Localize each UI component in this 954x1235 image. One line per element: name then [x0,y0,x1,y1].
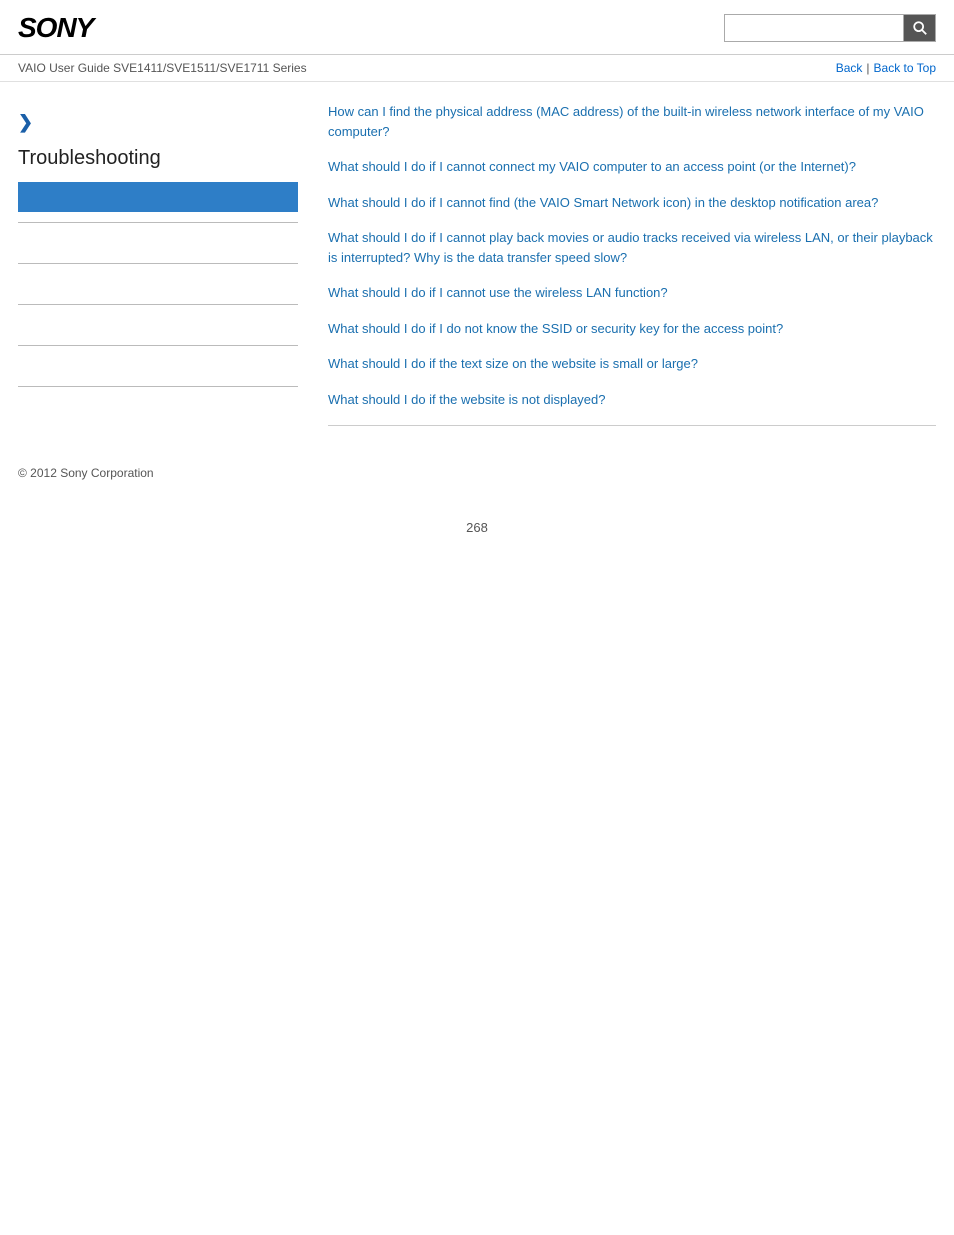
nav-links: Back | Back to Top [836,61,936,75]
content-link-1[interactable]: How can I find the physical address (MAC… [328,102,936,141]
search-icon [912,20,928,36]
sidebar-item-2[interactable] [18,274,298,294]
page-number: 268 [0,490,954,555]
footer: © 2012 Sony Corporation [0,446,954,490]
sidebar-title: Troubleshooting [18,147,298,170]
back-link[interactable]: Back [836,61,863,75]
content-link-8[interactable]: What should I do if the website is not d… [328,390,936,410]
search-area [724,14,936,42]
content-area: How can I find the physical address (MAC… [318,102,936,426]
content-bottom-divider [328,425,936,426]
content-link-7[interactable]: What should I do if the text size on the… [328,354,936,374]
sidebar-divider-4 [18,345,298,346]
header: SONY [0,0,954,55]
nav-bar: VAIO User Guide SVE1411/SVE1511/SVE1711 … [0,55,954,82]
search-button[interactable] [904,14,936,42]
sidebar-item-1[interactable] [18,233,298,253]
sidebar-divider-5 [18,386,298,387]
sidebar-item-4[interactable] [18,356,298,376]
back-to-top-link[interactable]: Back to Top [874,61,936,75]
content-link-4[interactable]: What should I do if I cannot play back m… [328,228,936,267]
copyright: © 2012 Sony Corporation [18,466,154,480]
content-link-5[interactable]: What should I do if I cannot use the wir… [328,283,936,303]
content-link-6[interactable]: What should I do if I do not know the SS… [328,319,936,339]
guide-title: VAIO User Guide SVE1411/SVE1511/SVE1711 … [18,61,307,75]
sidebar-divider-2 [18,263,298,264]
main-container: ❯ Troubleshooting How can I find the phy… [0,82,954,446]
sidebar-divider-1 [18,222,298,223]
content-link-3[interactable]: What should I do if I cannot find (the V… [328,193,936,213]
sidebar-active-item[interactable] [18,182,298,212]
sidebar-item-3[interactable] [18,315,298,335]
content-link-2[interactable]: What should I do if I cannot connect my … [328,157,936,177]
sony-logo: SONY [18,12,93,44]
breadcrumb-arrow: ❯ [18,112,298,133]
sidebar: ❯ Troubleshooting [18,102,318,426]
search-input[interactable] [724,14,904,42]
sidebar-divider-3 [18,304,298,305]
nav-separator: | [866,61,869,75]
